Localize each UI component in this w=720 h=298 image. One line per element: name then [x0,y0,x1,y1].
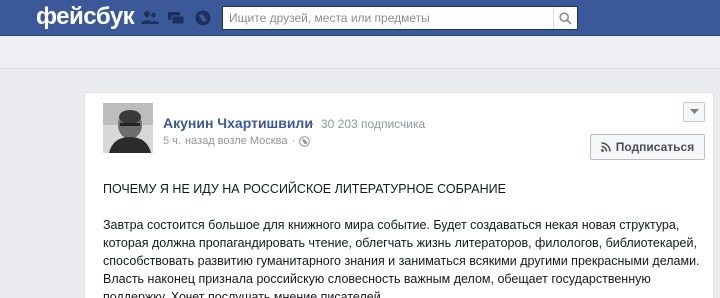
post-body: Завтра состоится большое для книжного ми… [103,218,700,298]
top-navigation-bar: фейсбук [0,0,720,36]
messages-icon[interactable] [166,8,186,28]
search-icon [559,11,572,25]
search-input[interactable] [223,7,553,29]
globe-icon[interactable] [299,135,310,147]
facebook-logo[interactable]: фейсбук [36,3,135,31]
post-title: ПОЧЕМУ Я НЕ ИДУ НА РОССИЙСКОЕ ЛИТЕРАТУРН… [103,182,506,196]
subscribe-label: Подписаться [615,140,695,154]
globe-icon[interactable] [193,8,213,28]
subscribe-button[interactable]: Подписаться [590,134,705,160]
rss-icon [600,142,611,152]
avatar[interactable] [103,103,153,153]
post-options-button[interactable] [683,102,705,122]
author-name[interactable]: Акунин Чхартишвили [163,115,313,131]
chevron-down-icon [689,109,699,114]
search-button[interactable] [553,7,577,29]
separator-dot: · [310,115,315,131]
subscriber-count[interactable]: 30 203 подписчика [321,117,425,131]
post-location[interactable]: назад возле Москва [185,135,288,147]
friends-icon[interactable] [140,8,160,28]
post-time[interactable]: 5 ч. [163,135,181,147]
post-meta: 5 ч. назад возле Москва · [163,135,310,147]
post-card: Акунин Чхартишвили · 30 203 подписчика 5… [84,92,714,298]
meta-separator: · [291,135,296,147]
search-box [222,6,578,30]
sub-header-bar [0,37,720,69]
